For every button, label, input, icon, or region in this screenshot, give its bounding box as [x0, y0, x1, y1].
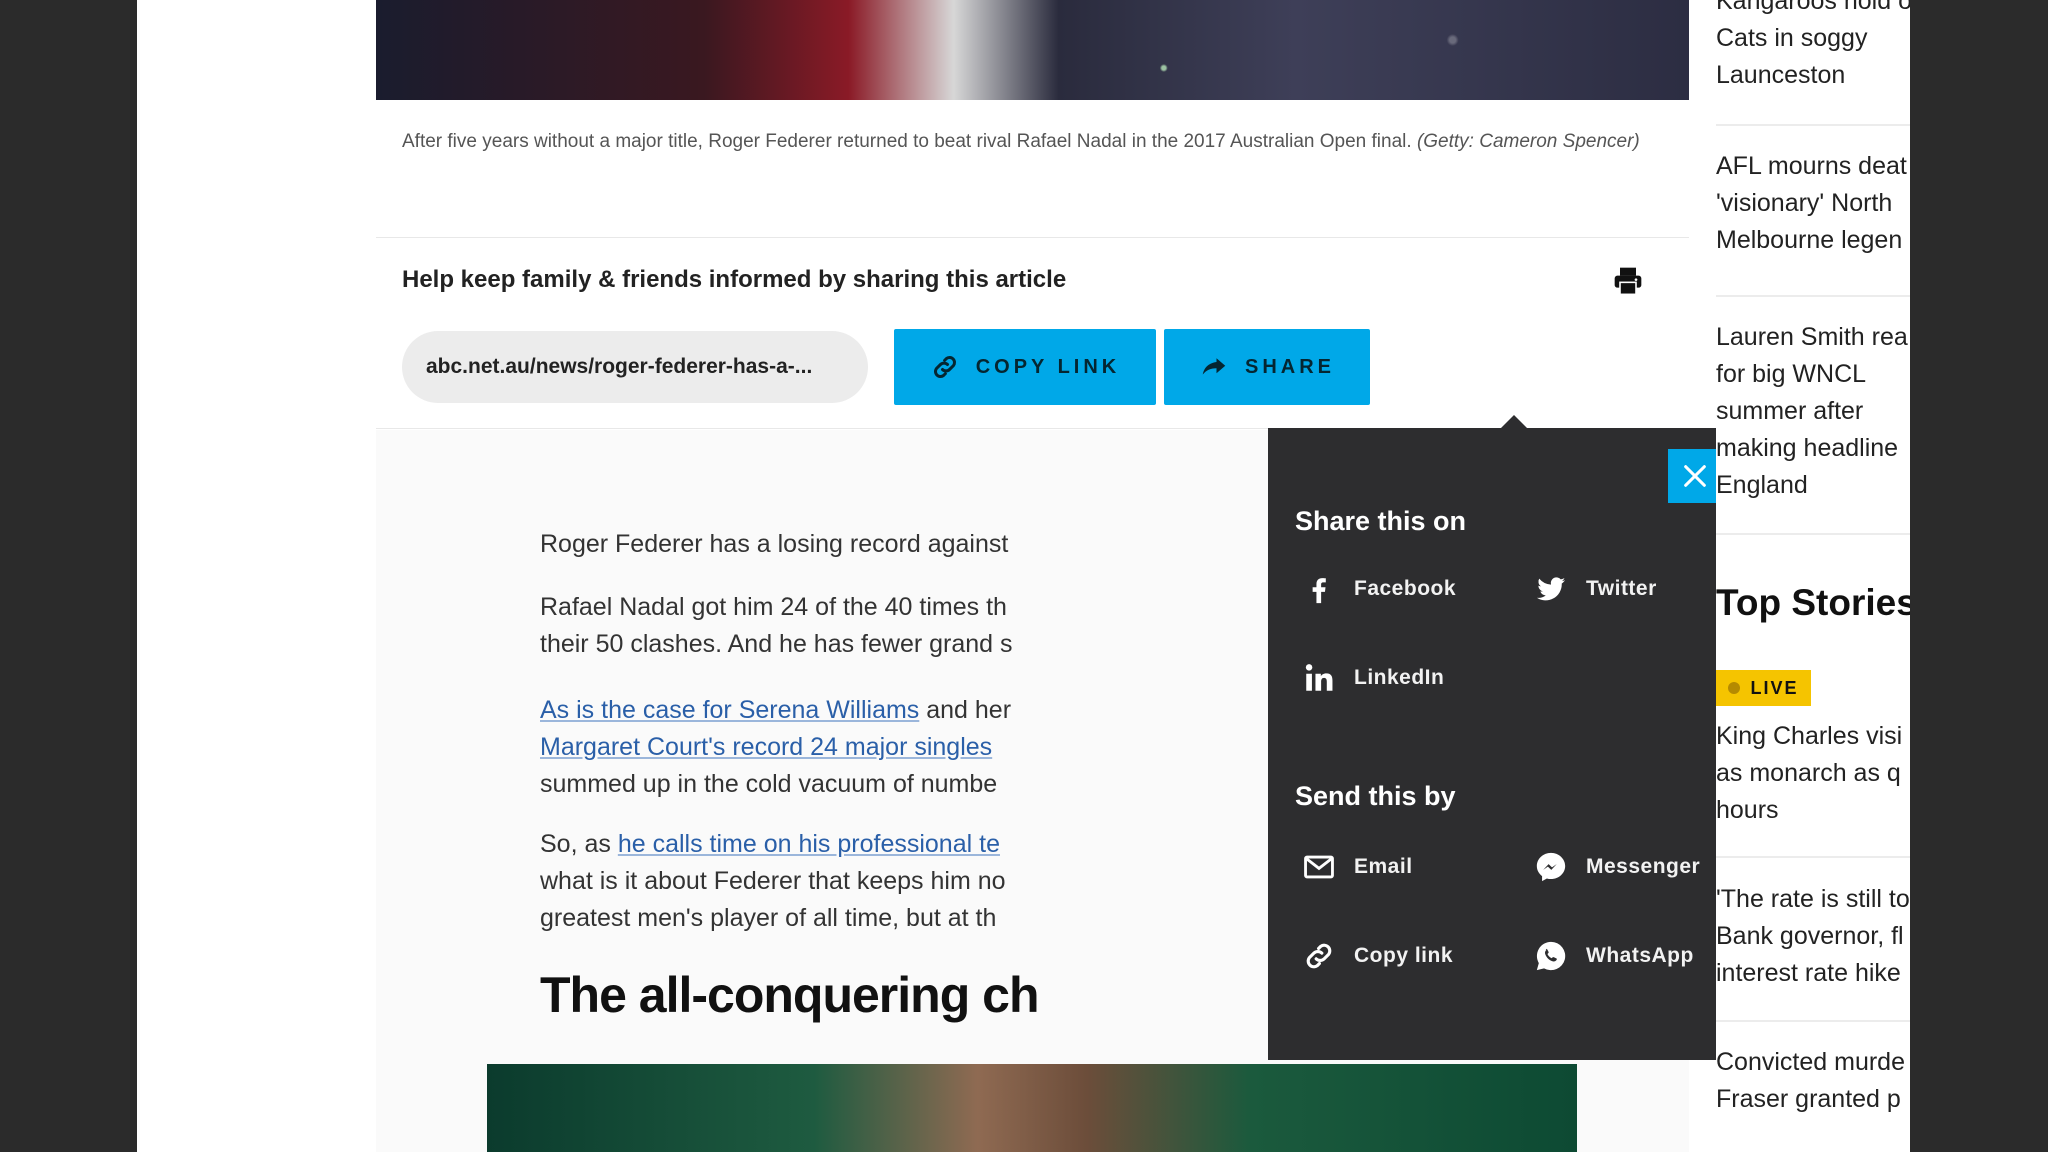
twitter-icon [1536, 577, 1566, 601]
caption-credit: (Getty: Cameron Spencer) [1416, 131, 1640, 152]
story-line: Lauren Smith rea [1716, 323, 1908, 351]
divider [1716, 124, 1910, 126]
close-icon [1684, 465, 1706, 487]
story-line: as monarch as q [1716, 759, 1901, 787]
linkedin-icon [1305, 664, 1333, 691]
link-icon [1306, 943, 1332, 969]
story-line: England [1716, 471, 1808, 499]
share-facebook[interactable]: Facebook [1302, 572, 1456, 606]
sidebar-story-link[interactable]: King Charles visi as monarch as q hours [1716, 718, 1910, 829]
webpage: After five years without a major title, … [137, 0, 1910, 1152]
facebook-label: Facebook [1354, 577, 1457, 600]
paragraph-text: So, as [540, 830, 618, 858]
sidebar-story-link[interactable]: Convicted murde Fraser granted p [1716, 1044, 1910, 1118]
send-by-heading: Send this by [1295, 781, 1456, 811]
divider [1716, 533, 1910, 535]
story-line: 'visionary' North [1716, 189, 1893, 217]
share-button[interactable]: SHARE [1164, 329, 1370, 405]
share-linkedin[interactable]: LinkedIn [1302, 661, 1444, 695]
share-bar: Help keep family & friends informed by s… [376, 237, 1689, 429]
paragraph-line: summed up in the cold vacuum of numbe [540, 770, 998, 798]
paragraph-line: their 50 clashes. And he has fewer grand… [540, 630, 1013, 658]
sidebar-story-link[interactable]: Kangaroos hold o Cats in soggy Launcesto… [1716, 0, 1910, 94]
story-line: for big WNCL [1716, 360, 1867, 388]
printer-icon[interactable] [1611, 265, 1645, 297]
twitter-label: Twitter [1586, 577, 1657, 600]
copy-link-label: COPY LINK [975, 355, 1121, 378]
story-line: Melbourne legen [1716, 226, 1903, 254]
share-label: SHARE [1244, 355, 1335, 378]
popover-arrow [1500, 415, 1528, 429]
share-heading: Help keep family & friends informed by s… [402, 266, 1067, 293]
whatsapp-label: WhatsApp [1586, 944, 1694, 967]
story-line: summer after [1716, 397, 1864, 425]
story-line: Kangaroos hold o [1716, 0, 1910, 15]
story-line: interest rate hike [1716, 959, 1901, 987]
serena-williams-link[interactable]: As is the case for Serena Williams [540, 696, 919, 724]
paragraph-text: and her [919, 696, 1012, 724]
messenger-label: Messenger [1586, 855, 1701, 878]
email-icon [1304, 855, 1334, 879]
share-on-heading: Share this on [1295, 506, 1467, 536]
send-messenger[interactable]: Messenger [1534, 850, 1700, 884]
image-caption: After five years without a major title, … [402, 122, 1672, 161]
facebook-icon [1312, 578, 1326, 604]
section-heading: The all-conquering ch [540, 967, 1039, 1023]
copy-link-label: Copy link [1354, 944, 1454, 967]
linkedin-label: LinkedIn [1354, 666, 1445, 689]
live-badge: LIVE [1716, 670, 1811, 706]
story-line: hours [1716, 796, 1779, 824]
divider [1716, 295, 1910, 297]
article-image [487, 1064, 1577, 1152]
paragraph-line: greatest men's player of all time, but a… [540, 904, 997, 932]
close-button[interactable] [1668, 449, 1722, 503]
sidebar-story-link[interactable]: 'The rate is still to Bank governor, fl … [1716, 881, 1910, 992]
story-line: Fraser granted p [1716, 1085, 1901, 1113]
retirement-link[interactable]: he calls time on his professional te [618, 830, 1000, 858]
story-line: King Charles visi [1716, 722, 1903, 750]
story-line: Bank governor, fl [1716, 922, 1904, 950]
paragraph-line: what is it about Federer that keeps him … [540, 867, 1006, 895]
share-twitter[interactable]: Twitter [1534, 572, 1657, 606]
send-copy-link[interactable]: Copy link [1302, 939, 1453, 973]
article-url-field[interactable] [402, 331, 868, 403]
caption-text: After five years without a major title, … [402, 131, 1412, 152]
story-line: making headline [1716, 434, 1899, 462]
story-line: Convicted murde [1716, 1048, 1905, 1076]
live-label: LIVE [1750, 677, 1799, 698]
story-line: 'The rate is still to [1716, 885, 1910, 913]
copy-link-button[interactable]: COPY LINK [894, 329, 1156, 405]
divider [1716, 1020, 1910, 1022]
paragraph-line: Rafael Nadal got him 24 of the 40 times … [540, 593, 1007, 621]
share-arrow-icon [1202, 358, 1226, 375]
live-dot-icon [1728, 682, 1741, 694]
story-line: AFL mourns deat [1716, 152, 1907, 180]
margaret-court-link[interactable]: Margaret Court's record 24 major singles [540, 733, 992, 761]
divider [1716, 856, 1910, 858]
hero-image [376, 0, 1689, 100]
sidebar-story-link[interactable]: AFL mourns deat 'visionary' North Melbou… [1716, 148, 1910, 259]
story-line: Cats in soggy [1716, 24, 1868, 52]
article-column: After five years without a major title, … [376, 0, 1744, 1152]
messenger-icon [1536, 852, 1566, 882]
share-popover: Share this on Facebook Twitter LinkedIn … [1268, 415, 1744, 1060]
email-label: Email [1354, 855, 1413, 878]
sidebar: Kangaroos hold o Cats in soggy Launcesto… [1716, 0, 1910, 1152]
send-whatsapp[interactable]: WhatsApp [1534, 939, 1694, 973]
link-icon [933, 356, 956, 378]
story-line: Launceston [1716, 61, 1846, 89]
whatsapp-icon [1536, 941, 1566, 971]
top-stories-heading: Top Stories [1716, 582, 1910, 623]
send-email[interactable]: Email [1302, 850, 1413, 884]
sidebar-story-link[interactable]: Lauren Smith rea for big WNCL summer aft… [1716, 319, 1910, 504]
